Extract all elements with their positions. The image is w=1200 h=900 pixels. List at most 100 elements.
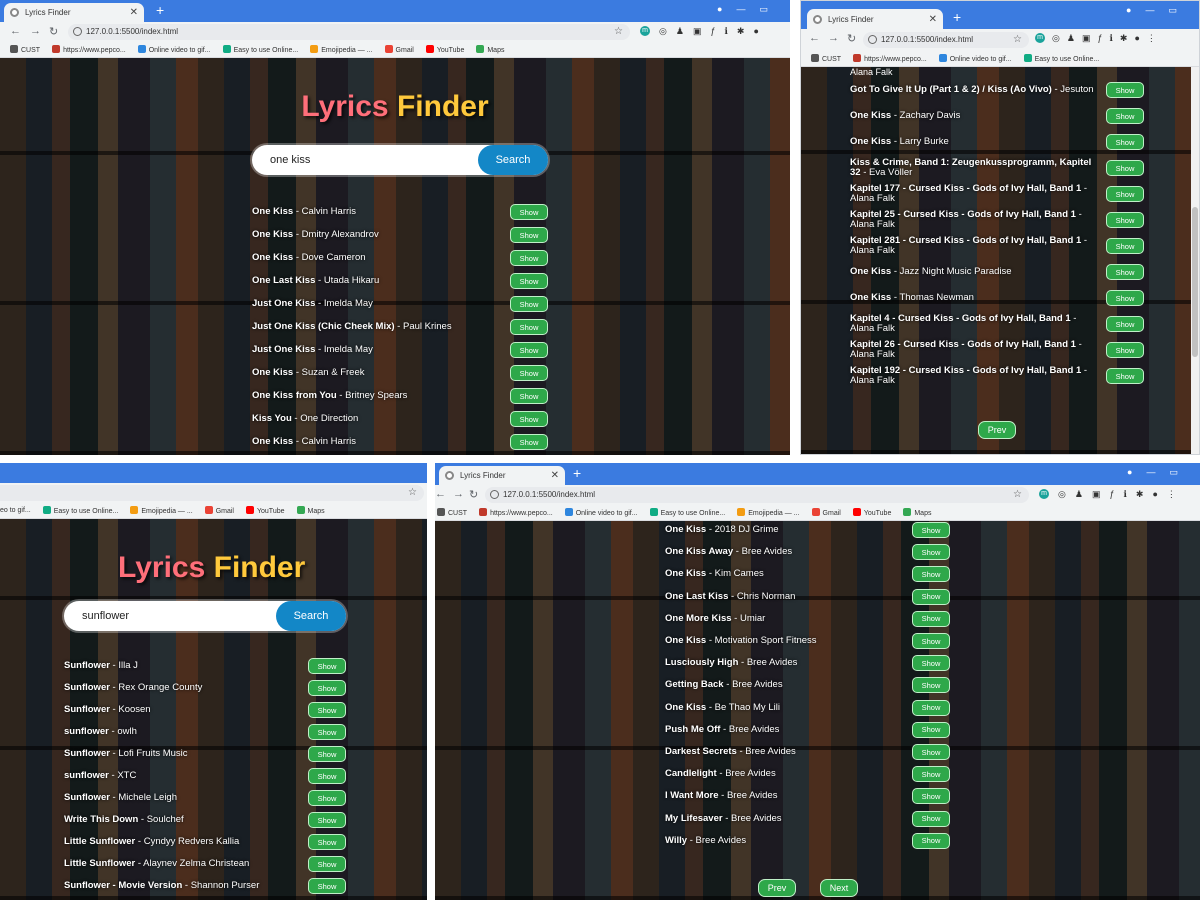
new-tab-icon[interactable]: + [156,2,164,18]
show-lyrics-button[interactable]: Show [308,878,346,894]
show-lyrics-button[interactable]: Show [912,544,950,561]
show-lyrics-button[interactable]: Show [308,746,346,762]
extension-icon[interactable]: ƒ [710,26,715,37]
bookmark-item[interactable]: Emojipedia — ... [310,45,373,54]
show-lyrics-button[interactable]: Show [308,680,346,696]
forward-icon[interactable]: → [30,25,41,37]
show-lyrics-button[interactable]: Show [912,832,950,849]
site-info-icon[interactable] [490,490,499,499]
bookmark-item[interactable]: Emojipedia — ... [130,506,193,515]
show-lyrics-button[interactable]: Show [510,250,548,266]
show-lyrics-button[interactable]: Show [510,296,548,312]
show-lyrics-button[interactable]: Show [510,388,548,404]
bookmark-item[interactable]: Easy to use Online... [42,506,118,515]
close-tab-icon[interactable]: ✕ [551,470,559,481]
address-bar[interactable]: 127.0.0.1:5500/index.html ☆ [485,487,1029,503]
show-lyrics-button[interactable]: Show [912,744,950,760]
show-lyrics-button[interactable]: Show [1106,134,1144,150]
back-icon[interactable]: ← [10,25,21,37]
window-controls[interactable]: ●—▭ [1126,5,1191,16]
extension-icon[interactable]: ◎ [1058,489,1066,500]
show-lyrics-button[interactable]: Show [308,724,346,740]
reload-icon[interactable]: ↻ [847,32,856,45]
show-lyrics-button[interactable]: Show [912,766,950,783]
new-tab-icon[interactable]: + [953,9,961,25]
show-lyrics-button[interactable]: Show [510,273,548,289]
bookmark-item[interactable]: CUST [811,54,841,63]
browser-tab[interactable]: Lyrics Finder ✕ [439,466,565,485]
extension-icon[interactable]: ℹ [1109,33,1112,44]
extension-m-icon[interactable]: m [640,26,650,36]
extension-icon[interactable]: ƒ [1109,489,1114,500]
extension-icon[interactable]: ▣ [1082,33,1091,44]
show-lyrics-button[interactable]: Show [510,204,548,220]
show-lyrics-button[interactable]: Show [1106,342,1144,358]
bookmark-item[interactable]: Online video to gif... [938,54,1012,63]
window-controls[interactable]: ●—▭ [1127,467,1192,478]
bookmark-item[interactable]: Online video to gif... [564,508,638,517]
show-lyrics-button[interactable]: Show [1106,290,1144,306]
extension-m-icon[interactable]: m [1039,489,1049,499]
bookmark-item[interactable]: https://www.pepco... [52,45,126,54]
menu-icon[interactable]: ⋮ [1147,33,1156,44]
bookmark-item[interactable]: Gmail [384,45,414,54]
bookmark-item[interactable]: YouTube [425,45,464,54]
show-lyrics-button[interactable]: Show [912,677,950,694]
show-lyrics-button[interactable]: Show [308,790,346,806]
show-lyrics-button[interactable]: Show [912,699,950,716]
show-lyrics-button[interactable]: Show [308,658,346,674]
extension-icon[interactable]: ◎ [659,26,667,37]
search-button[interactable]: Search [478,145,548,175]
back-icon[interactable]: ← [809,32,820,44]
show-lyrics-button[interactable]: Show [1106,264,1144,280]
site-info-icon[interactable] [868,35,877,44]
close-tab-icon[interactable]: ✕ [929,14,937,25]
address-bar[interactable]: ☆ [0,485,424,501]
bookmark-item[interactable]: Maps [296,506,325,515]
show-lyrics-button[interactable]: Show [912,655,950,672]
next-button[interactable]: Next [820,879,858,897]
show-lyrics-button[interactable]: Show [1106,108,1144,124]
show-lyrics-button[interactable]: Show [912,721,950,738]
show-lyrics-button[interactable]: Show [912,588,950,605]
search-input[interactable] [82,601,282,631]
close-tab-icon[interactable]: ✕ [130,7,138,18]
reload-icon[interactable]: ↻ [49,25,58,38]
bookmark-item[interactable]: CUST [10,45,40,54]
window-controls[interactable]: ●—▭ [717,4,782,15]
show-lyrics-button[interactable]: Show [912,788,950,805]
show-lyrics-button[interactable]: Show [1106,368,1144,384]
show-lyrics-button[interactable]: Show [1106,82,1144,98]
bookmark-item[interactable]: Easy to use Online... [1023,54,1099,63]
scrollbar[interactable] [1191,67,1199,454]
bookmark-item[interactable]: eo to gif... [0,507,31,514]
bookmark-item[interactable]: Easy to use Online... [222,45,298,54]
extension-icon[interactable]: ℹ [1123,489,1126,500]
prev-button[interactable]: Prev [758,879,796,897]
show-lyrics-button[interactable]: Show [510,411,548,427]
show-lyrics-button[interactable]: Show [1106,212,1144,228]
extension-icon[interactable]: ♟ [676,26,684,37]
forward-icon[interactable]: → [828,32,839,44]
show-lyrics-button[interactable]: Show [510,365,548,381]
profile-icon[interactable]: ● [753,26,758,37]
reload-icon[interactable]: ↻ [469,488,478,501]
new-tab-icon[interactable]: + [573,465,581,481]
bookmark-item[interactable]: YouTube [245,506,285,515]
show-lyrics-button[interactable]: Show [912,633,950,649]
extension-icon[interactable]: ◎ [1052,33,1060,44]
bookmark-item[interactable]: Gmail [811,508,841,517]
puzzle-icon[interactable]: ✱ [1120,33,1128,44]
address-bar[interactable]: 127.0.0.1:5500/index.html ☆ [863,32,1029,48]
show-lyrics-button[interactable]: Show [510,319,548,335]
show-lyrics-button[interactable]: Show [308,856,346,872]
bookmark-item[interactable]: https://www.pepco... [853,54,927,63]
browser-tab[interactable]: Lyrics Finder ✕ [4,3,144,22]
show-lyrics-button[interactable]: Show [308,834,346,850]
bookmark-item[interactable]: Gmail [204,506,234,515]
show-lyrics-button[interactable]: Show [510,227,548,243]
show-lyrics-button[interactable]: Show [308,768,346,784]
extension-icon[interactable]: ♟ [1067,33,1075,44]
show-lyrics-button[interactable]: Show [1106,186,1144,202]
show-lyrics-button[interactable]: Show [308,702,346,718]
